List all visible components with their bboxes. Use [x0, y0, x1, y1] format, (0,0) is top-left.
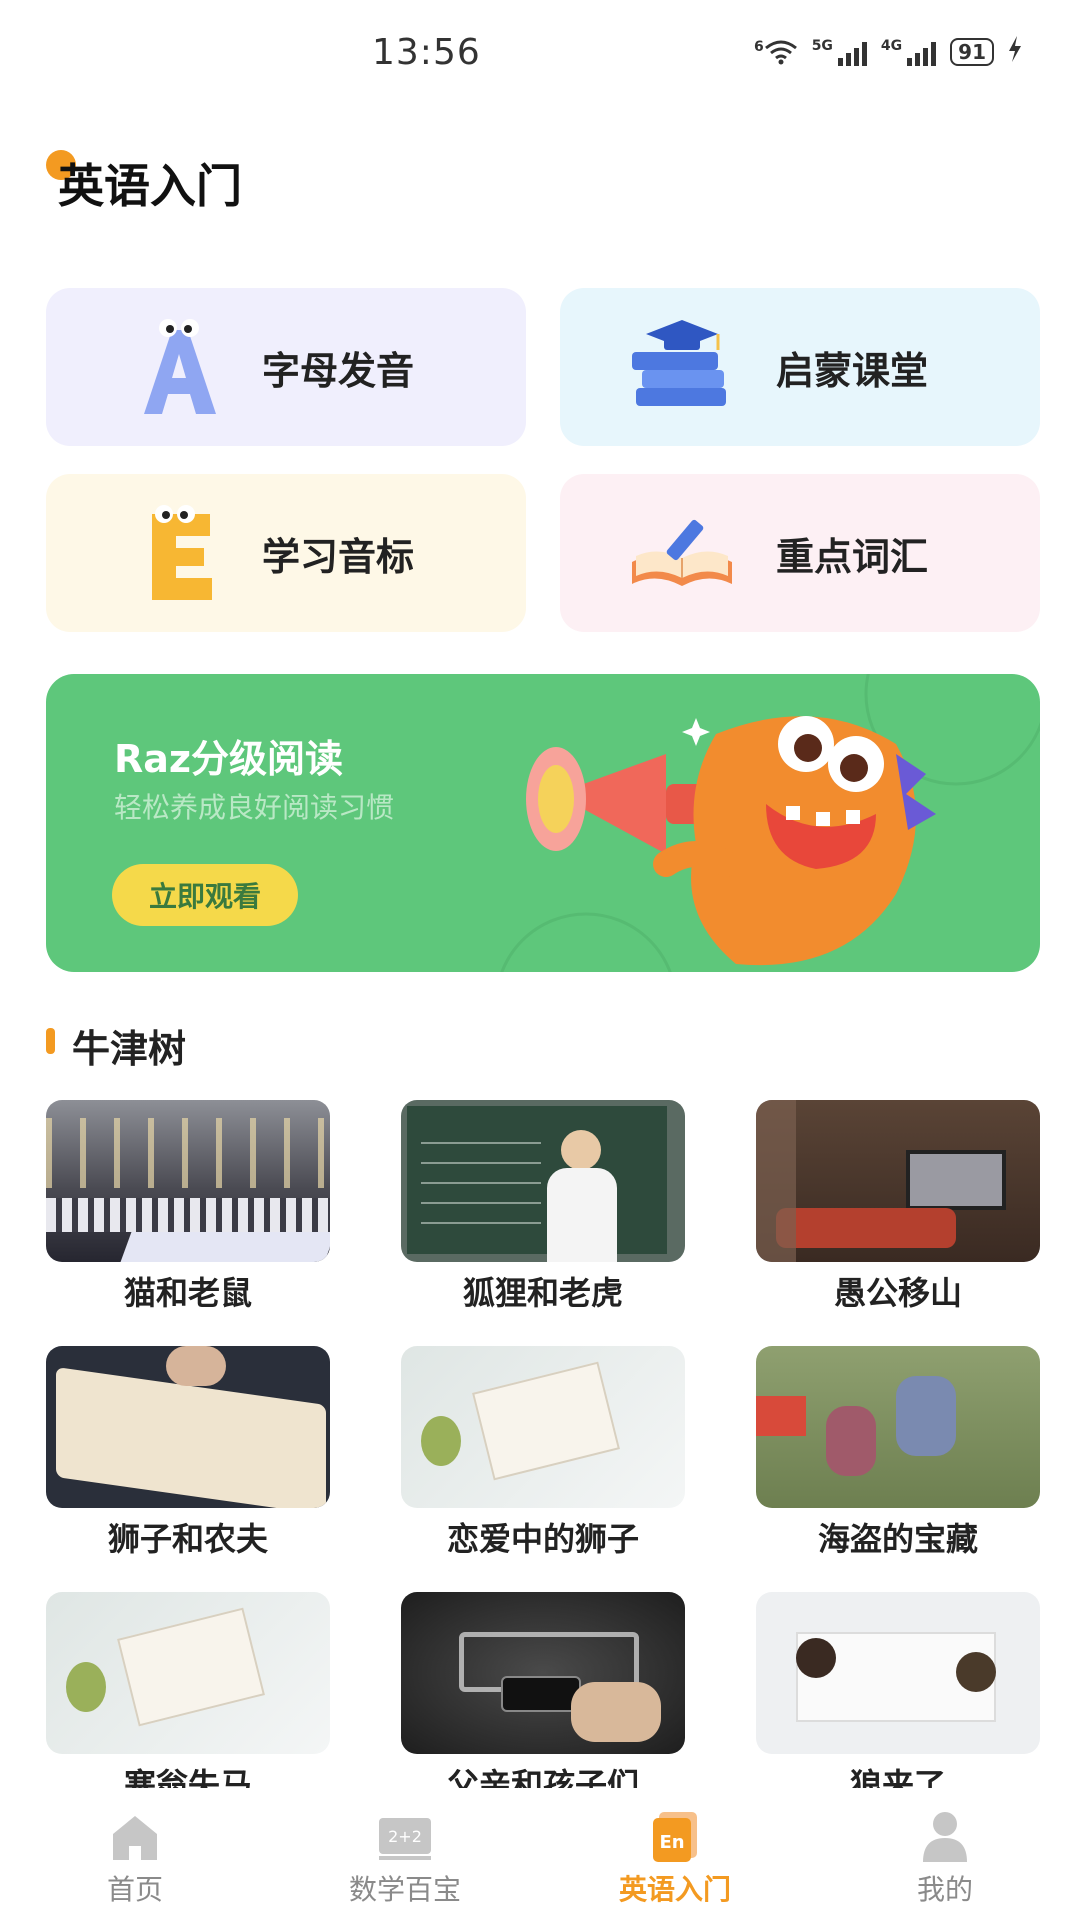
tile-label: 启蒙课堂 — [776, 349, 929, 393]
nav-home[interactable]: 首页 — [0, 1788, 270, 1920]
letter-e-icon — [152, 505, 212, 600]
math-board-icon: 2+2 — [379, 1818, 431, 1860]
status-icons: 6 5G 4G 91 — [754, 36, 1022, 68]
story-card[interactable]: 狼来了 — [756, 1592, 1040, 1806]
tile-label: 重点词汇 — [776, 535, 929, 579]
home-icon — [113, 1816, 157, 1860]
cellular-signal-icon: 4G — [881, 38, 937, 66]
nav-label: 数学百宝 — [348, 1873, 461, 1906]
open-book-pencil-icon — [632, 519, 732, 586]
story-thumbnail — [401, 1346, 685, 1508]
story-thumbnail — [756, 1346, 1040, 1508]
tile-key-vocabulary[interactable]: 重点词汇 — [560, 474, 1040, 632]
story-card[interactable]: 狮子和农夫 — [46, 1346, 330, 1560]
cellular-signal-icon: 5G — [812, 38, 867, 66]
story-card[interactable]: 狐狸和老虎 — [401, 1100, 685, 1314]
bottom-nav: 首页 2+2 数学百宝 En 英语入门 我的 — [0, 1788, 1080, 1920]
story-title: 猫和老鼠 — [123, 1274, 252, 1312]
story-thumbnail — [401, 1100, 685, 1262]
story-title: 海盗的宝藏 — [817, 1520, 978, 1558]
nav-label: 我的 — [916, 1873, 973, 1906]
story-title: 愚公移山 — [833, 1274, 962, 1312]
svg-text:2+2: 2+2 — [388, 1827, 422, 1846]
graduation-books-icon — [632, 320, 726, 406]
letter-a-icon — [144, 319, 216, 414]
banner-subtitle: 轻松养成良好阅读习惯 — [114, 791, 395, 824]
tile-label: 字母发音 — [262, 349, 415, 393]
nav-profile[interactable]: 我的 — [810, 1788, 1080, 1920]
raz-reading-banner[interactable]: Raz分级阅读 轻松养成良好阅读习惯 立即观看 — [46, 674, 1040, 972]
story-card[interactable]: 塞翁失马 — [46, 1592, 330, 1806]
story-card[interactable]: 父亲和孩子们 — [401, 1592, 685, 1806]
battery-icon: 91 — [950, 38, 994, 66]
nav-english[interactable]: En 英语入门 — [540, 1788, 810, 1920]
status-time: 13:56 — [372, 32, 481, 73]
wifi-icon: 6 — [754, 39, 798, 65]
story-card[interactable]: 恋爱中的狮子 — [401, 1346, 685, 1560]
charging-icon — [1008, 36, 1022, 68]
story-thumbnail — [46, 1346, 330, 1508]
banner-title: Raz分级阅读 — [114, 737, 344, 781]
story-card[interactable]: 猫和老鼠 — [46, 1100, 330, 1314]
dinosaur-megaphone-illustration — [526, 716, 936, 966]
story-title: 狐狸和老虎 — [462, 1274, 623, 1312]
english-book-icon: En — [653, 1812, 697, 1862]
story-thumbnail — [756, 1100, 1040, 1262]
story-thumbnail — [46, 1592, 330, 1754]
profile-icon — [923, 1812, 967, 1862]
tile-label: 学习音标 — [262, 535, 415, 579]
story-thumbnail — [46, 1100, 330, 1262]
svg-text:En: En — [659, 1832, 684, 1853]
nav-label: 首页 — [106, 1873, 163, 1906]
page-title: 英语入门 — [58, 159, 242, 213]
status-bar: 13:56 6 5G 4G 91 — [0, 0, 1080, 110]
tile-letter-pronunciation[interactable]: 字母发音 — [46, 288, 526, 446]
story-thumbnail — [401, 1592, 685, 1754]
story-thumbnail — [756, 1592, 1040, 1754]
story-card[interactable]: 海盗的宝藏 — [756, 1346, 1040, 1560]
nav-math[interactable]: 2+2 数学百宝 — [270, 1788, 540, 1920]
watch-now-button[interactable]: 立即观看 — [112, 864, 298, 926]
nav-label: 英语入门 — [618, 1873, 731, 1906]
tile-phonetics[interactable]: 学习音标 — [46, 474, 526, 632]
story-title: 狮子和农夫 — [107, 1520, 268, 1558]
story-title: 恋爱中的狮子 — [446, 1520, 639, 1558]
story-card[interactable]: 愚公移山 — [756, 1100, 1040, 1314]
section-accent-bar — [46, 1028, 55, 1054]
section-title: 牛津树 — [72, 1027, 187, 1071]
tile-enlightenment-class[interactable]: 启蒙课堂 — [560, 288, 1040, 446]
